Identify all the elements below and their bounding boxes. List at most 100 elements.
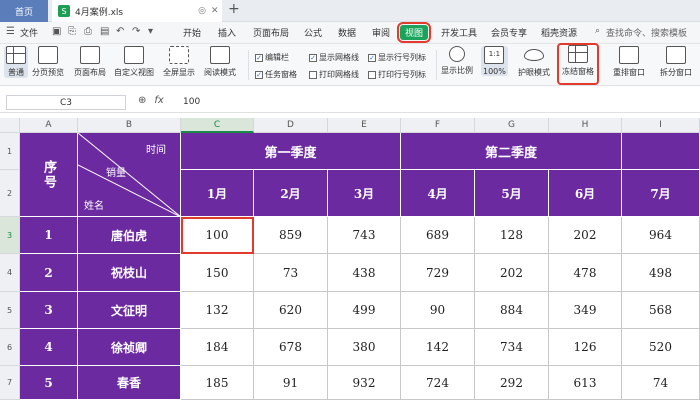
month-header[interactable]: 4月 [401, 170, 475, 217]
normal-view-button[interactable]: 普通 [4, 46, 28, 78]
fullscreen-button[interactable]: 全屏显示 [163, 46, 195, 78]
data-cell[interactable]: 438 [328, 254, 401, 292]
redo-icon[interactable]: ↷ [132, 26, 140, 37]
select-all-corner[interactable] [0, 118, 20, 133]
column-header[interactable]: G [475, 118, 549, 133]
data-cell[interactable]: 498 [622, 254, 700, 292]
diagonal-header[interactable]: 时间 销量 姓名 [78, 133, 181, 217]
freeze-panes-button[interactable]: 冻结窗格 [557, 43, 599, 85]
month-header[interactable]: 7月 [622, 170, 700, 217]
menu-member[interactable]: 会员专享 [491, 26, 527, 39]
menu-view[interactable]: 视图 [396, 22, 432, 43]
seq-cell[interactable]: 3 [20, 292, 78, 329]
data-cell[interactable]: 724 [401, 366, 475, 400]
data-cell[interactable]: 73 [254, 254, 328, 292]
edit-bar-toggle[interactable]: ✓ 编辑栏 [255, 52, 289, 63]
data-cell[interactable]: 743 [328, 217, 401, 254]
data-cell[interactable]: 132 [181, 292, 254, 329]
zoom-in-icon[interactable]: ⊕ [138, 95, 146, 106]
menu-developer[interactable]: 开发工具 [441, 26, 477, 39]
search-icon[interactable]: ⌕ [595, 26, 600, 36]
data-cell[interactable]: 349 [549, 292, 622, 329]
split-button[interactable]: 拆分窗口 [660, 46, 692, 78]
column-header[interactable]: E [328, 118, 401, 133]
name-box[interactable]: C3 [6, 95, 126, 110]
data-cell[interactable]: 478 [549, 254, 622, 292]
data-cell[interactable]: 678 [254, 329, 328, 366]
row-header[interactable]: 1 [0, 133, 20, 170]
column-header[interactable]: H [549, 118, 622, 133]
print-icon[interactable]: ⎙ [84, 26, 92, 37]
quarter-header[interactable]: 第一季度 [181, 133, 401, 170]
data-cell[interactable]: 202 [475, 254, 549, 292]
print-headers-toggle[interactable]: 打印行号列标 [368, 69, 426, 80]
seq-cell[interactable]: 1 [20, 217, 78, 254]
fx-icon[interactable]: fx [154, 95, 163, 106]
data-cell[interactable]: 884 [475, 292, 549, 329]
name-cell[interactable]: 徐祯卿 [78, 329, 181, 366]
row-header[interactable]: 3 [0, 217, 20, 254]
data-cell[interactable]: 689 [401, 217, 475, 254]
seq-cell[interactable]: 5 [20, 366, 78, 400]
export-icon[interactable]: ⎘ [68, 26, 76, 37]
seq-header[interactable]: 序号 [20, 133, 78, 217]
column-header[interactable]: I [622, 118, 700, 133]
column-header[interactable]: F [401, 118, 475, 133]
menu-docer[interactable]: 稻壳资源 [541, 26, 577, 39]
zoom-100-button[interactable]: 1:1 100% [481, 46, 508, 76]
page-layout-button[interactable]: 页面布局 [74, 46, 106, 78]
search-input[interactable]: 查找命令、搜索模板 [606, 26, 687, 39]
eye-mode-button[interactable]: 护眼模式 [518, 46, 550, 78]
rearrange-button[interactable]: 重排窗口 [613, 46, 645, 78]
task-pane-toggle[interactable]: ✓ 任务窗格 [255, 69, 297, 80]
zoom-button[interactable]: 显示比例 [441, 46, 473, 76]
name-cell[interactable]: 春香 [78, 366, 181, 400]
hamburger-icon[interactable]: ☰ [6, 26, 15, 37]
menu-insert[interactable]: 插入 [218, 26, 236, 39]
data-cell[interactable]: 185 [181, 366, 254, 400]
menu-file[interactable]: 文件 [20, 26, 38, 39]
column-header[interactable]: D [254, 118, 328, 133]
new-tab-button[interactable]: + [228, 1, 240, 17]
data-cell[interactable]: 568 [622, 292, 700, 329]
data-cell[interactable]: 91 [254, 366, 328, 400]
data-cell[interactable]: 380 [328, 329, 401, 366]
data-cell[interactable]: 932 [328, 366, 401, 400]
row-header[interactable]: 5 [0, 292, 20, 329]
row-header[interactable]: 4 [0, 254, 20, 292]
formula-input[interactable]: 100 [183, 97, 200, 107]
column-header[interactable]: A [20, 118, 78, 133]
data-cell[interactable]: 292 [475, 366, 549, 400]
data-cell[interactable]: 734 [475, 329, 549, 366]
data-cell[interactable]: 729 [401, 254, 475, 292]
data-cell[interactable]: 74 [622, 366, 700, 400]
column-header[interactable]: C [181, 118, 254, 133]
name-cell[interactable]: 唐伯虎 [78, 217, 181, 254]
active-cell[interactable]: 100 [181, 217, 254, 254]
data-cell[interactable]: 184 [181, 329, 254, 366]
close-tab-icon[interactable]: ✕ [211, 6, 219, 16]
menu-data[interactable]: 数据 [338, 26, 356, 39]
row-header[interactable]: 2 [0, 170, 20, 217]
month-header[interactable]: 6月 [549, 170, 622, 217]
reading-mode-button[interactable]: 阅读模式 [204, 46, 236, 78]
data-cell[interactable]: 126 [549, 329, 622, 366]
month-header[interactable]: 3月 [328, 170, 401, 217]
show-grid-toggle[interactable]: ✓ 显示网格线 [309, 52, 359, 63]
preview-icon[interactable]: ▤ [100, 26, 109, 37]
data-cell[interactable]: 620 [254, 292, 328, 329]
data-cell[interactable]: 964 [622, 217, 700, 254]
data-cell[interactable]: 613 [549, 366, 622, 400]
dot-icon[interactable]: ◎ [198, 6, 206, 16]
menu-page-layout[interactable]: 页面布局 [253, 26, 289, 39]
row-header[interactable]: 6 [0, 329, 20, 366]
month-header[interactable]: 2月 [254, 170, 328, 217]
month-header[interactable]: 1月 [181, 170, 254, 217]
quarter-header-extra[interactable] [622, 133, 700, 170]
data-cell[interactable]: 499 [328, 292, 401, 329]
seq-cell[interactable]: 2 [20, 254, 78, 292]
data-cell[interactable]: 150 [181, 254, 254, 292]
seq-cell[interactable]: 4 [20, 329, 78, 366]
data-cell[interactable]: 128 [475, 217, 549, 254]
data-cell[interactable]: 859 [254, 217, 328, 254]
